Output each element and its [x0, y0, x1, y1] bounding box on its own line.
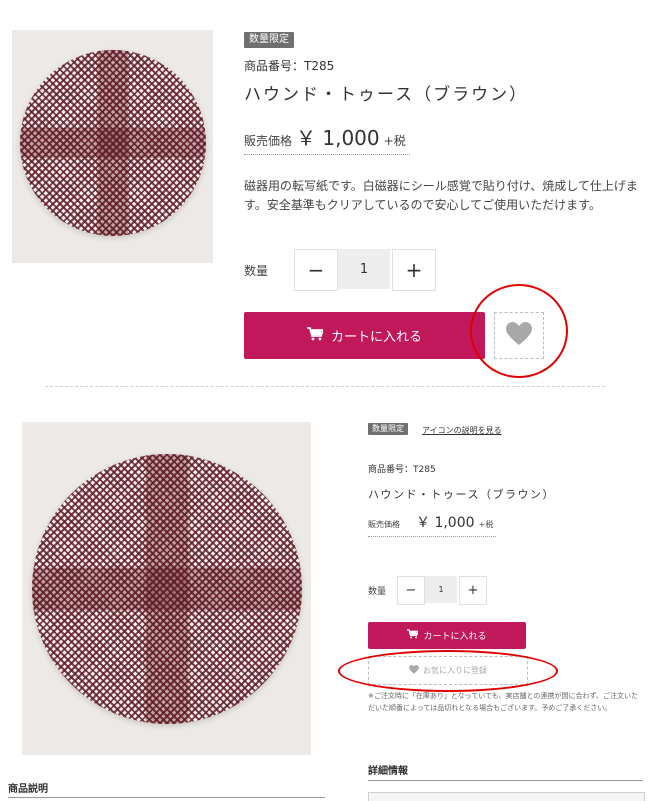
section-divider	[45, 386, 605, 387]
quantity-label: 数量	[368, 587, 387, 597]
description-heading: 商品説明	[8, 784, 48, 795]
price-row: 販売価格 ￥ 1,000 +税	[244, 122, 410, 155]
qty-plus-button[interactable]: +	[459, 576, 487, 605]
price-row: 販売価格 ￥ 1,000 +税	[368, 512, 496, 537]
limited-badge: 数量限定	[244, 32, 294, 48]
icon-explanation-link[interactable]: アイコンの説明を見る	[422, 425, 502, 436]
product-description: 磁器用の転写紙です。白磁器にシール感覚で貼り付け、焼成して仕上げます。安全基準も…	[244, 179, 638, 212]
plate-graphic	[32, 454, 302, 724]
plate-graphic	[20, 50, 206, 236]
quantity-label: 数量	[244, 264, 269, 278]
tax-label: +税	[478, 520, 494, 529]
description-rule	[8, 797, 325, 798]
price-label: 販売価格	[244, 134, 293, 148]
add-to-cart-button[interactable]: カートに入れる	[368, 622, 526, 649]
highlight-oval-favorite	[338, 650, 558, 692]
qty-minus-button[interactable]: −	[397, 576, 425, 605]
tax-label: +税	[383, 134, 406, 148]
product-image-bottom	[22, 422, 311, 755]
product-image-top	[12, 30, 213, 263]
cart-icon	[407, 629, 420, 642]
qty-plus-button[interactable]: +	[392, 249, 436, 291]
price-value: ￥ 1,000	[296, 126, 380, 150]
details-rule	[368, 780, 643, 781]
product-number: 商品番号：T285	[368, 465, 436, 475]
product-title: ハウンド・トゥース（ブラウン）	[244, 85, 529, 105]
qty-minus-button[interactable]: −	[294, 249, 338, 291]
add-to-cart-button[interactable]: カートに入れる	[244, 312, 485, 359]
highlight-circle-favorite	[470, 284, 568, 378]
price-label: 販売価格	[368, 520, 400, 529]
limited-badge: 数量限定	[368, 423, 408, 435]
qty-value[interactable]: 1	[425, 576, 457, 603]
product-title: ハウンド・トゥース（ブラウン）	[368, 488, 555, 501]
cart-label: カートに入れる	[423, 632, 487, 642]
cart-label: カートに入れる	[330, 330, 422, 345]
cart-icon	[306, 326, 325, 345]
stock-notice: ※ご注文時に「在庫あり」となっていても、実店舗との連携が間に合わず、ご注文いただ…	[368, 692, 638, 712]
price-value: ￥ 1,000	[416, 515, 475, 531]
qty-value[interactable]: 1	[338, 249, 390, 289]
product-number: 商品番号：T285	[244, 59, 335, 73]
details-heading: 詳細情報	[368, 766, 408, 777]
